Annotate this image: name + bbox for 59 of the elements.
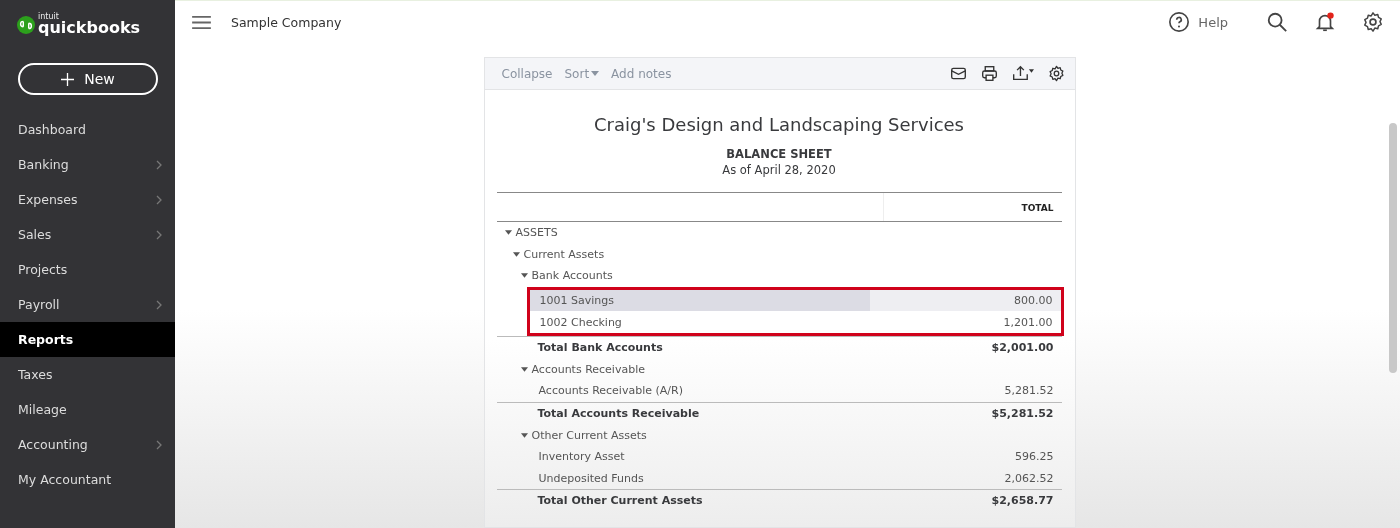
export-icon[interactable] bbox=[1011, 65, 1034, 82]
menu-icon[interactable] bbox=[192, 14, 211, 30]
amount[interactable]: 596.25 bbox=[1015, 450, 1062, 464]
caret-icon[interactable] bbox=[520, 432, 528, 438]
account-name[interactable]: 1002 Checking bbox=[539, 315, 622, 329]
column-header: TOTAL bbox=[1020, 202, 1055, 215]
help-icon[interactable] bbox=[1168, 11, 1191, 33]
quickbooks-logo-icon bbox=[17, 15, 35, 34]
search-icon[interactable] bbox=[1266, 11, 1288, 33]
scrollbar-thumb[interactable] bbox=[1389, 123, 1397, 373]
sidebar-item[interactable]: Payroll bbox=[0, 287, 175, 322]
notification-bell-icon[interactable] bbox=[1314, 11, 1336, 33]
sidebar-item[interactable]: Dashboard bbox=[0, 112, 175, 147]
caret-icon bbox=[591, 71, 600, 76]
sidebar-item[interactable]: Taxes bbox=[0, 357, 175, 392]
plus-icon bbox=[61, 72, 75, 86]
print-icon[interactable] bbox=[980, 65, 998, 82]
section-label: Current Assets bbox=[523, 247, 605, 261]
sidebar-item[interactable]: Mileage bbox=[0, 392, 175, 427]
account-name[interactable]: 1001 Savings bbox=[539, 294, 614, 308]
total-label: Total Accounts Receivable bbox=[537, 407, 700, 421]
help-link[interactable]: Help bbox=[1198, 14, 1228, 30]
sidebar-item[interactable]: Banking bbox=[0, 147, 175, 182]
section-label: Accounts Receivable bbox=[531, 362, 645, 376]
amount[interactable]: 800.00 bbox=[1014, 294, 1061, 308]
brand-name: quickbooks bbox=[38, 20, 141, 36]
sidebar-item[interactable]: Accounting bbox=[0, 427, 175, 462]
caret-icon[interactable] bbox=[520, 273, 528, 279]
amount[interactable]: 1,201.00 bbox=[1003, 315, 1061, 329]
caret-icon[interactable] bbox=[504, 230, 512, 236]
sidebar-item[interactable]: Expenses bbox=[0, 182, 175, 217]
company-name: Sample Company bbox=[231, 14, 342, 30]
sidebar-item[interactable]: Reports bbox=[0, 322, 175, 357]
account-name[interactable]: Inventory Asset bbox=[538, 450, 625, 464]
settings-icon[interactable] bbox=[1047, 65, 1065, 82]
report-title: BALANCE SHEET bbox=[725, 147, 833, 161]
settings-icon[interactable] bbox=[1362, 11, 1384, 33]
total-label: Total Bank Accounts bbox=[537, 341, 663, 355]
report-date: As of April 28, 2020 bbox=[721, 163, 837, 177]
total-label: Total Other Current Assets bbox=[537, 494, 703, 508]
amount[interactable]: 2,062.52 bbox=[1004, 471, 1062, 485]
total-amount[interactable]: $2,658.77 bbox=[991, 494, 1062, 508]
account-name[interactable]: Undeposited Funds bbox=[538, 471, 644, 485]
sidebar-item[interactable]: Projects bbox=[0, 252, 175, 287]
section-label: ASSETS bbox=[515, 226, 558, 240]
total-amount[interactable]: $5,281.52 bbox=[991, 407, 1062, 421]
amount[interactable]: 5,281.52 bbox=[1004, 384, 1062, 398]
caret-icon[interactable] bbox=[520, 366, 528, 372]
sidebar-item[interactable]: My Accountant bbox=[0, 462, 175, 497]
new-button[interactable]: New bbox=[18, 63, 158, 95]
report-company-name: Craig's Design and Landscaping Services bbox=[593, 114, 965, 135]
section-label: Bank Accounts bbox=[531, 269, 613, 283]
total-amount[interactable]: $2,001.00 bbox=[991, 341, 1062, 355]
account-name[interactable]: Accounts Receivable (A/R) bbox=[538, 384, 683, 398]
brand-tagline: intuit bbox=[38, 13, 60, 21]
section-label: Other Current Assets bbox=[531, 428, 647, 442]
caret-icon[interactable] bbox=[512, 251, 520, 257]
email-icon[interactable] bbox=[949, 65, 967, 82]
sidebar-item[interactable]: Sales bbox=[0, 217, 175, 252]
